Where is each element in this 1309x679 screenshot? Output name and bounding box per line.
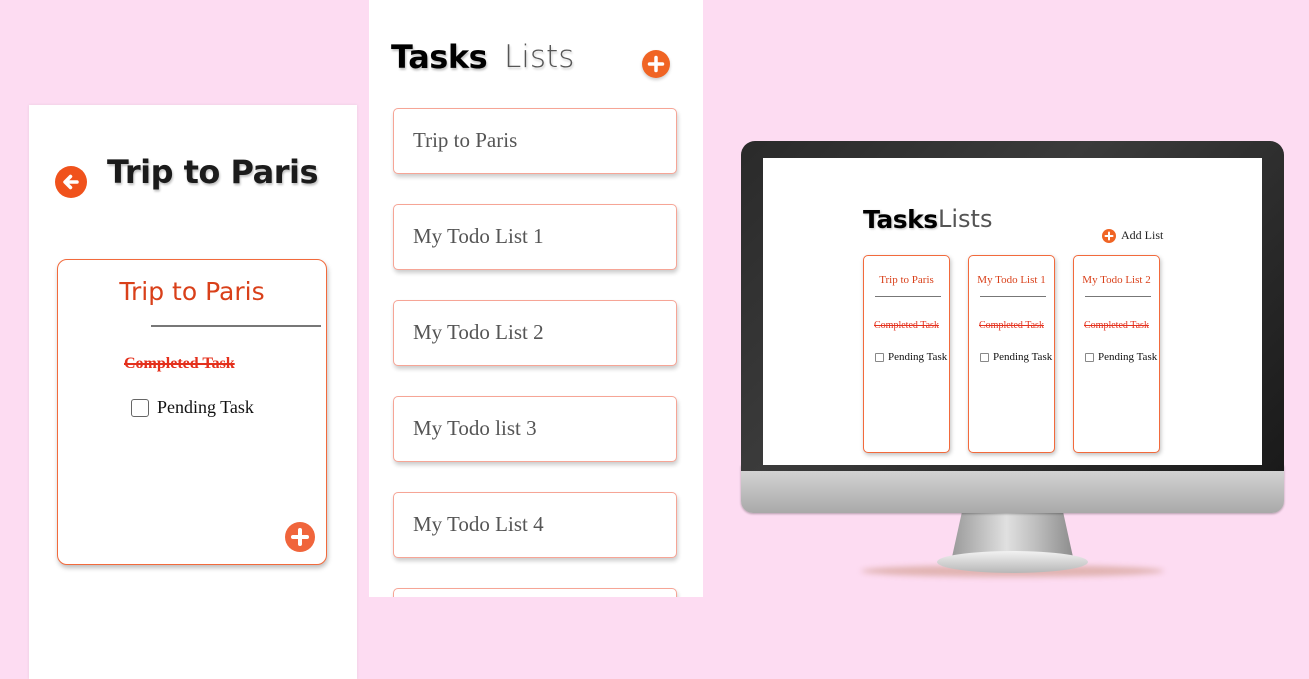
completed-task-item[interactable]: Completed Task <box>979 320 1044 331</box>
pending-task-label: Pending Task <box>888 351 948 363</box>
back-arrow-icon[interactable] <box>55 166 87 198</box>
task-checkbox[interactable] <box>131 398 149 417</box>
pending-task-item[interactable]: Pending Task <box>131 397 254 418</box>
completed-task-item[interactable]: Completed Task <box>1084 320 1149 331</box>
pending-task-label: Pending Task <box>157 397 254 417</box>
task-checkbox[interactable] <box>875 352 884 362</box>
card-title: Trip to Paris <box>879 274 934 286</box>
card-divider <box>151 325 321 327</box>
add-list-plus-icon[interactable] <box>642 50 670 78</box>
pending-task-item[interactable]: Pending Task <box>980 351 1052 363</box>
tab-lists[interactable]: Lists <box>504 39 574 75</box>
add-list-button[interactable]: Add List <box>1102 228 1163 243</box>
pending-task-label: Pending Task <box>1098 351 1158 363</box>
task-checkbox[interactable] <box>980 352 989 362</box>
task-list-card: Trip to Paris Completed Task Pending Tas… <box>57 259 327 565</box>
pending-task-item[interactable]: Pending Task <box>875 351 947 363</box>
list-item[interactable]: Trip to Paris <box>393 108 677 174</box>
list-item[interactable] <box>393 588 677 597</box>
plus-circle-icon <box>1102 228 1116 243</box>
phone-list-detail-screen: Trip to Paris Trip to Paris Completed Ta… <box>29 105 357 679</box>
list-item[interactable]: My Todo List 4 <box>393 492 677 558</box>
page-title: Trip to Paris <box>107 153 319 191</box>
list-item[interactable]: My Todo List 1 <box>393 204 677 270</box>
tab-lists[interactable]: Lists <box>938 205 992 233</box>
card-divider <box>1085 296 1151 297</box>
completed-task-item[interactable]: Completed Task <box>124 355 235 373</box>
list-item-label: My Todo list 3 <box>413 416 537 440</box>
pending-task-item[interactable]: Pending Task <box>1085 351 1157 363</box>
monitor-chin <box>741 465 1284 513</box>
list-item-label: My Todo List 1 <box>413 224 544 248</box>
task-list-card[interactable]: Trip to Paris Completed Task Pending Tas… <box>863 255 950 453</box>
list-item-label: My Todo List 4 <box>413 512 544 536</box>
add-list-label: Add List <box>1121 228 1164 242</box>
task-list-card[interactable]: My Todo List 2 Completed Task Pending Ta… <box>1073 255 1160 453</box>
list-item[interactable]: My Todo list 3 <box>393 396 677 462</box>
card-title: My Todo List 2 <box>1082 274 1151 286</box>
list-item[interactable]: My Todo List 2 <box>393 300 677 366</box>
card-divider <box>875 296 941 297</box>
list-item-label: Trip to Paris <box>413 128 518 152</box>
pending-task-label: Pending Task <box>993 351 1053 363</box>
card-title: Trip to Paris <box>119 277 265 306</box>
task-checkbox[interactable] <box>1085 352 1094 362</box>
phone-lists-screen: Tasks Lists Trip to Paris My Todo List 1… <box>369 0 703 597</box>
card-title: My Todo List 1 <box>977 274 1046 286</box>
tab-tasks[interactable]: Tasks <box>391 38 488 76</box>
completed-task-item[interactable]: Completed Task <box>874 320 939 331</box>
card-divider <box>980 296 1046 297</box>
monitor-stand-base <box>937 551 1088 573</box>
desktop-screen: Tasks Lists Add List Trip to Paris Compl… <box>763 158 1262 465</box>
task-list-card[interactable]: My Todo List 1 Completed Task Pending Ta… <box>968 255 1055 453</box>
desktop-monitor-mockup: Tasks Lists Add List Trip to Paris Compl… <box>741 141 1284 580</box>
tab-tasks[interactable]: Tasks <box>863 205 938 234</box>
add-task-plus-icon[interactable] <box>285 522 315 552</box>
list-item-label: My Todo List 2 <box>413 320 544 344</box>
